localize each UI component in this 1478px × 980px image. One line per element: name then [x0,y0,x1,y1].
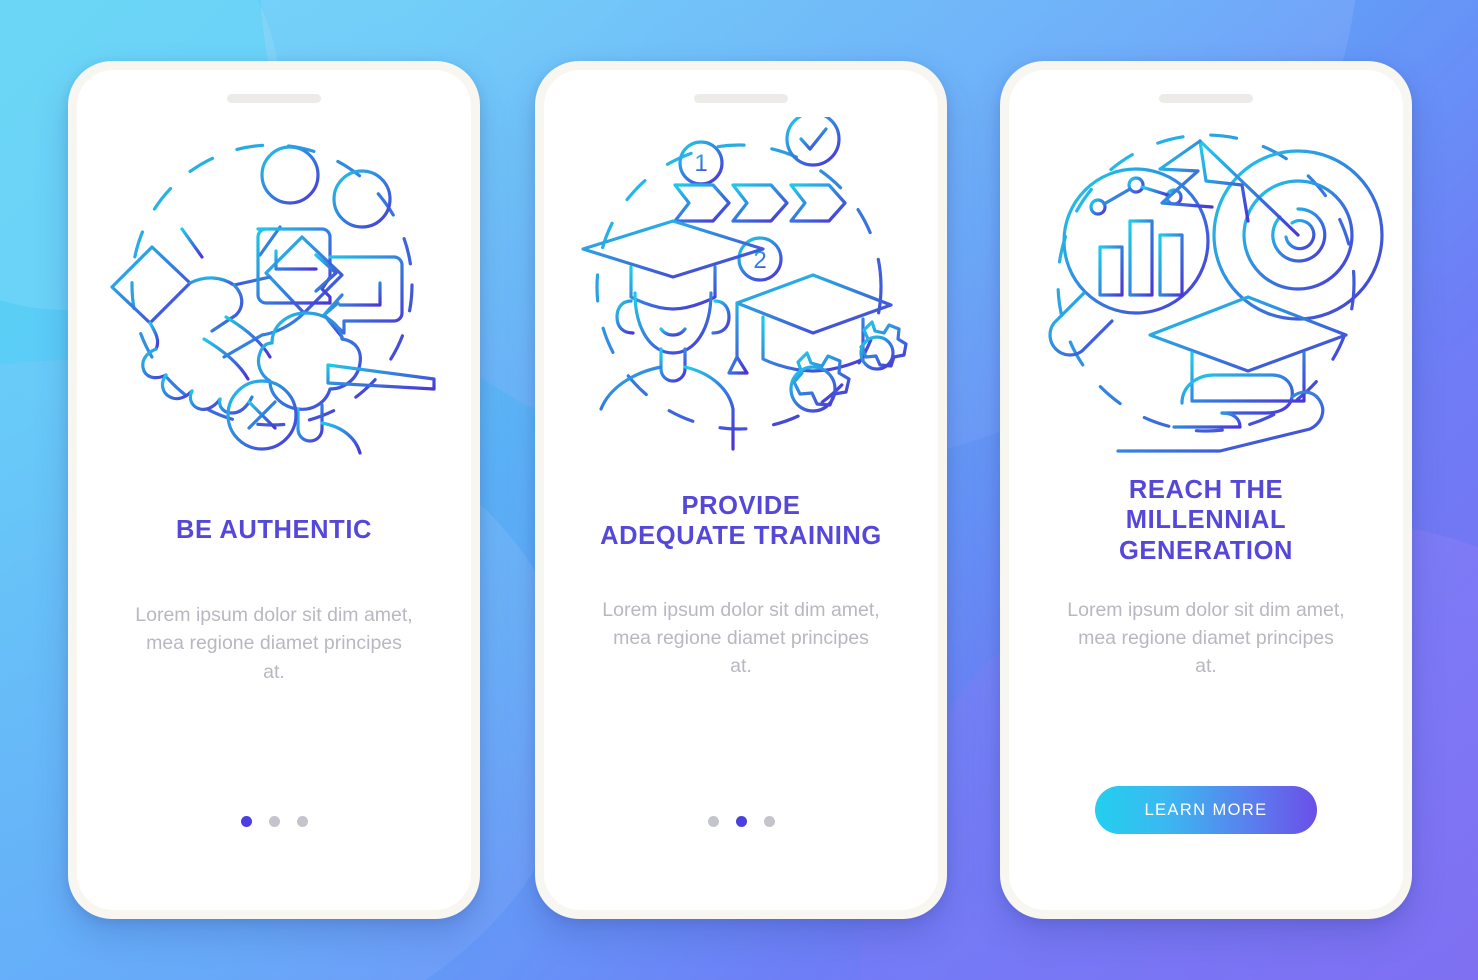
phone-mockup-3: REACH THE MILLENNIAL GENERATION Lorem ip… [1000,61,1412,919]
onboarding-screens-stage: BE AUTHENTIC Lorem ipsum dolor sit dim a… [0,0,1478,980]
screen-title: PROVIDE ADEQUATE TRAINING [578,491,904,552]
screen-be-authentic: BE AUTHENTIC Lorem ipsum dolor sit dim a… [77,70,471,910]
step-label-1: 1 [694,150,707,177]
pagination-dot-2[interactable] [268,816,280,827]
screen-title-line-2: MILLENNIAL [1125,506,1287,535]
screen-description: Lorem ipsum dolor sit dim amet, mea regi… [135,604,413,683]
screen-title-line-1: REACH THE [1128,476,1284,504]
illustration-graduate-process-gears: 1 2 [561,117,921,457]
screen-reach-millennials: REACH THE MILLENNIAL GENERATION Lorem ip… [1009,70,1403,910]
screen-title: REACH THE MILLENNIAL GENERATION [1097,475,1315,566]
phone-speaker-grill [227,94,321,103]
phone-mockup-2: 1 2 PROVIDE ADEQUATE TRAINING Lorem ipsu… [535,61,947,919]
screen-provide-training: 1 2 PROVIDE ADEQUATE TRAINING Lorem ipsu… [544,70,938,910]
pagination-dot-3[interactable] [763,816,775,827]
pagination-dots[interactable] [707,816,775,827]
phone-speaker-grill [694,94,788,103]
illustration-handshake-communication [94,117,454,457]
pagination-dot-1[interactable] [707,816,719,827]
screen-title-line-2: ADEQUATE TRAINING [600,522,882,551]
pagination-dot-2[interactable] [735,816,747,827]
phone-mockup-1: BE AUTHENTIC Lorem ipsum dolor sit dim a… [68,61,480,919]
screen-description: Lorem ipsum dolor sit dim amet, mea regi… [602,598,880,677]
screen-description: Lorem ipsum dolor sit dim amet, mea regi… [1067,599,1345,678]
screen-title-line-3: GENERATION [1118,536,1294,565]
phone-speaker-grill [1159,94,1253,103]
pagination-dots[interactable] [240,816,308,827]
learn-more-button[interactable]: LEARN MORE [1095,786,1317,834]
screen-title: BE AUTHENTIC [175,516,373,544]
pagination-dot-1[interactable] [240,816,252,827]
illustration-analytics-target-hand [1026,117,1386,457]
screen-title-line-1: PROVIDE [681,492,801,520]
pagination-dot-3[interactable] [296,816,308,827]
